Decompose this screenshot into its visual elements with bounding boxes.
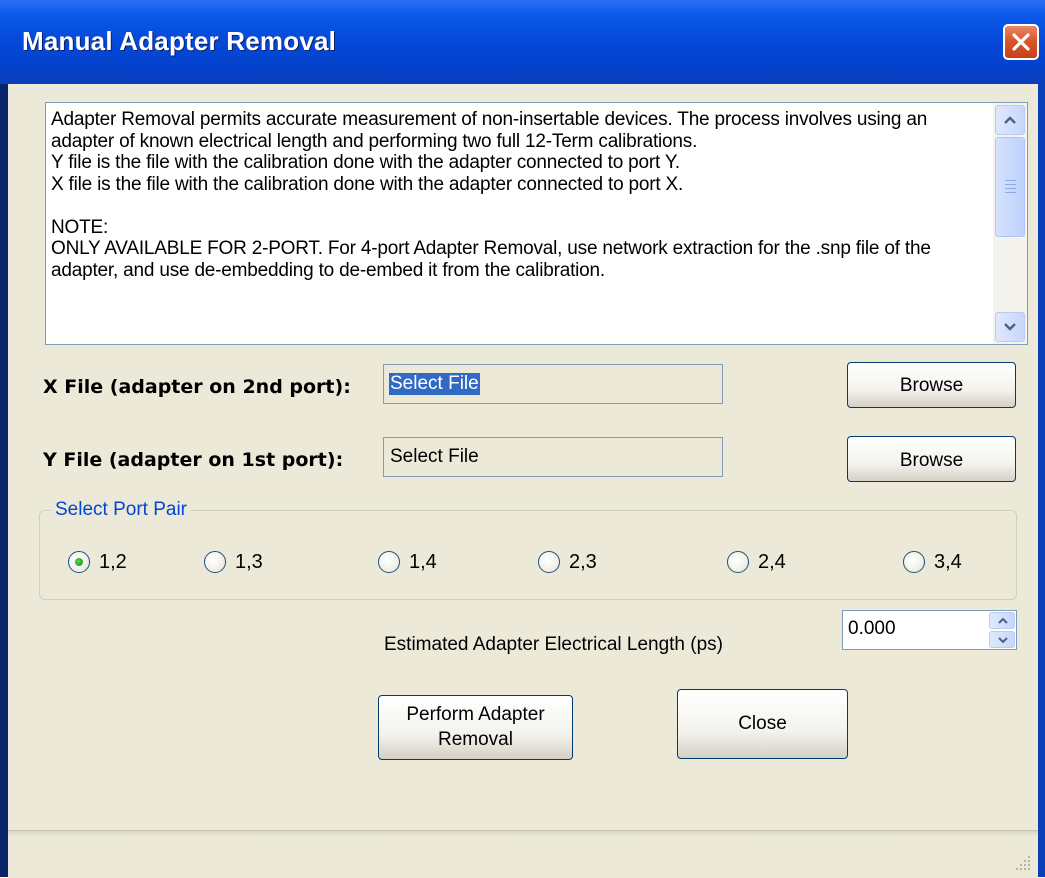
scroll-up-button[interactable] (995, 105, 1025, 135)
spin-up-button[interactable] (989, 612, 1015, 629)
close-icon (1012, 33, 1030, 51)
electrical-length-spinner[interactable]: 0.000 (842, 610, 1017, 650)
y-file-browse-label: Browse (899, 450, 964, 471)
x-file-browse-label: Browse (899, 375, 964, 396)
radio-label: 1,4 (409, 551, 437, 573)
close-window-button[interactable] (1003, 24, 1039, 60)
close-button-label: Close (738, 713, 787, 734)
electrical-length-label: Estimated Adapter Electrical Length (ps) (384, 634, 724, 655)
spin-down-button[interactable] (989, 631, 1015, 648)
radio-button[interactable] (727, 551, 749, 573)
status-bar (8, 830, 1038, 878)
radio-label: 2,4 (758, 551, 786, 573)
radio-button[interactable] (903, 551, 925, 573)
vertical-scrollbar[interactable] (993, 103, 1027, 344)
description-text: Adapter Removal permits accurate measure… (51, 109, 931, 281)
description-textbox[interactable]: Adapter Removal permits accurate measure… (45, 102, 1028, 345)
x-file-field[interactable]: Select File (383, 364, 723, 404)
resize-grip-icon[interactable] (1014, 854, 1032, 872)
perform-button-line1: Perform Adapter (406, 704, 545, 725)
perform-button-line2: Removal (438, 729, 513, 750)
y-file-field[interactable]: Select File (383, 437, 723, 477)
radio-button[interactable] (378, 551, 400, 573)
x-file-browse-button[interactable]: Browse (847, 362, 1016, 408)
window-title: Manual Adapter Removal (22, 26, 337, 56)
chevron-up-icon (998, 617, 1008, 624)
radio-label: 1,3 (235, 551, 263, 573)
x-file-label: X File (adapter on 2nd port): (43, 376, 351, 398)
radio-label: 2,3 (569, 551, 597, 573)
x-file-value: Select File (389, 373, 480, 395)
spinner-buttons (989, 612, 1015, 648)
grip-line (1005, 192, 1016, 193)
port-pair-legend: Select Port Pair (51, 499, 191, 521)
radio-button[interactable] (68, 551, 90, 573)
grip-line (1005, 188, 1016, 189)
electrical-length-value[interactable]: 0.000 (848, 618, 896, 640)
perform-adapter-removal-button[interactable]: Perform Adapter Removal (378, 695, 573, 760)
grip-line (1005, 180, 1016, 181)
y-file-browse-button[interactable]: Browse (847, 436, 1016, 482)
title-bar[interactable]: Manual Adapter Removal (0, 0, 1045, 84)
chevron-down-icon (998, 637, 1008, 644)
radio-button[interactable] (204, 551, 226, 573)
radio-label: 3,4 (934, 551, 962, 573)
close-button[interactable]: Close (677, 689, 848, 759)
dialog-client-area: Adapter Removal permits accurate measure… (8, 84, 1038, 877)
window-frame-right (1038, 84, 1045, 877)
radio-label: 1,2 (99, 551, 127, 573)
scroll-down-button[interactable] (995, 312, 1025, 342)
chevron-down-icon (1004, 323, 1016, 331)
port-pair-group: Select Port Pair 1,2 1,3 1,4 2,3 2,4 3,4 (39, 499, 1017, 600)
scroll-thumb[interactable] (995, 137, 1025, 237)
radio-selected-dot (75, 558, 83, 566)
y-file-value: Select File (390, 446, 479, 467)
radio-button[interactable] (538, 551, 560, 573)
grip-line (1005, 184, 1016, 185)
dialog-window: Manual Adapter Removal Adapter Removal p… (0, 0, 1045, 878)
chevron-up-icon (1004, 116, 1016, 124)
y-file-label: Y File (adapter on 1st port): (43, 449, 344, 471)
